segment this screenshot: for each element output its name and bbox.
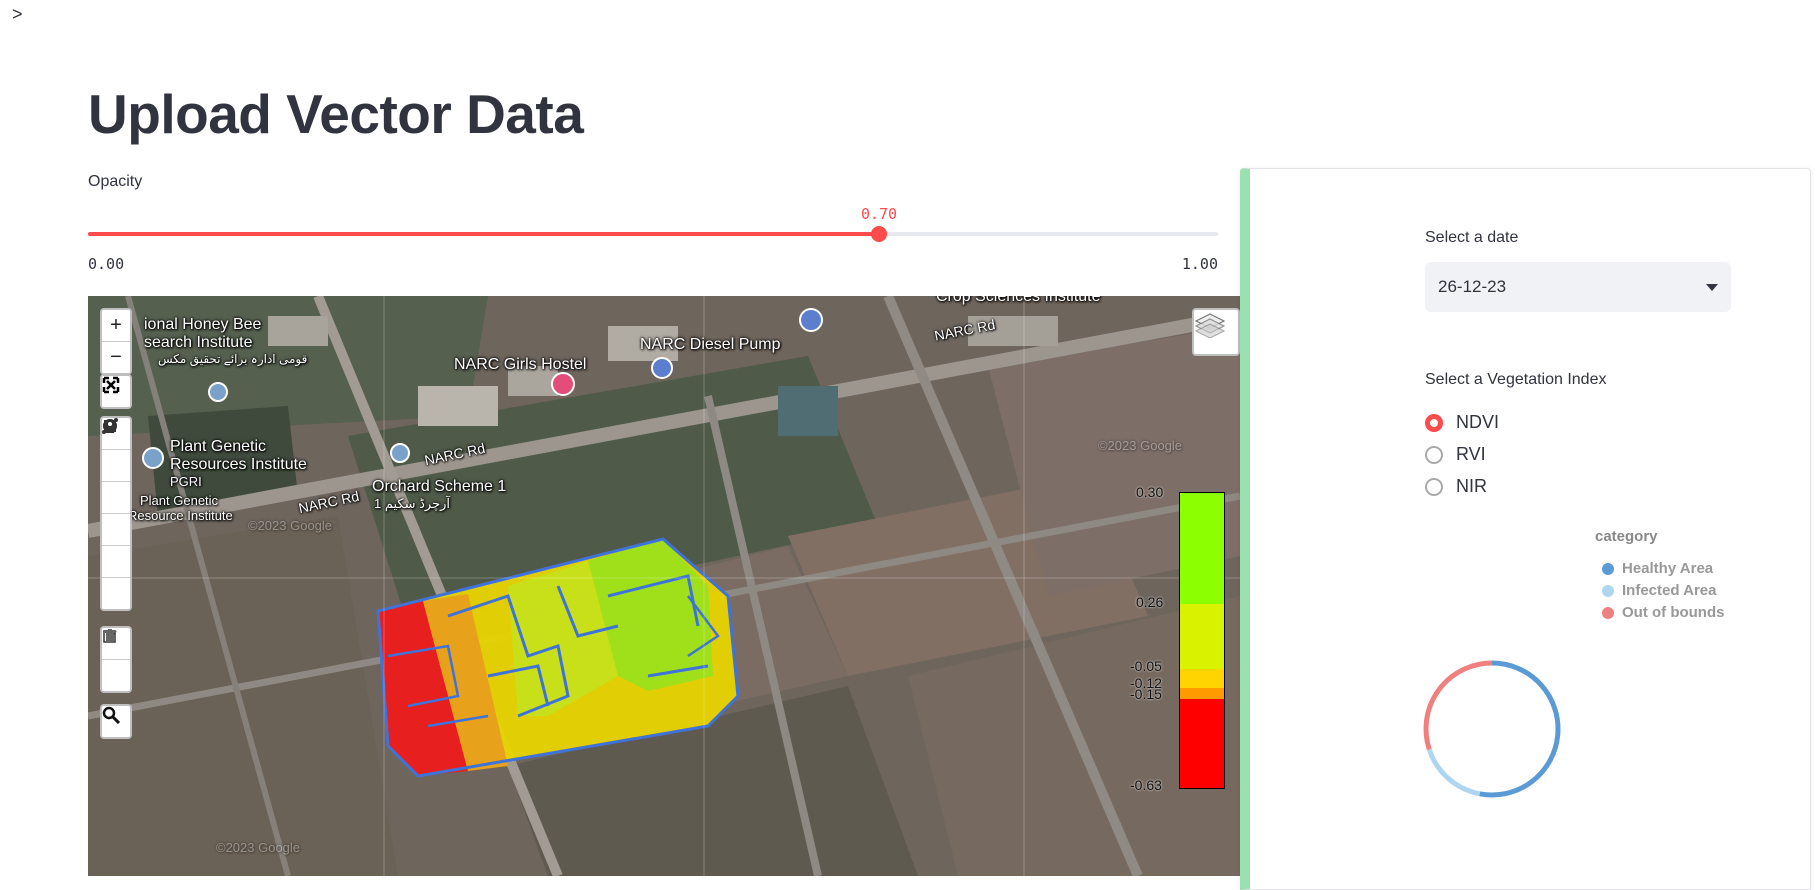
map-label-crop-sciences: Crop Sciences Institute — [936, 296, 1101, 305]
slider-min-label: 0.00 — [88, 255, 125, 273]
legend-title: category — [1595, 528, 1658, 545]
slider-thumb[interactable] — [871, 226, 887, 242]
opacity-label: Opacity — [88, 173, 143, 190]
draw-rectangle-button[interactable] — [102, 420, 130, 514]
draw-circle-button[interactable] — [102, 419, 130, 546]
map-label-plant-genetic-2: Resources Institute — [170, 456, 307, 473]
layers-control-button[interactable] — [1192, 308, 1240, 356]
chevron-down-icon — [1706, 283, 1718, 291]
category-donut-chart — [1423, 660, 1561, 798]
donut-segment-infected-area[interactable] — [1426, 748, 1481, 797]
slider-value: 0.70 — [860, 205, 898, 223]
edit-toolbar — [100, 626, 132, 693]
legend-item-infected[interactable]: Infected Area — [1602, 582, 1716, 599]
radio-button[interactable] — [1425, 413, 1443, 432]
delete-layers-button[interactable] — [102, 629, 130, 691]
map-label-pgri: PGRI — [170, 474, 202, 489]
legend-dot — [1602, 584, 1614, 597]
search-control — [100, 704, 132, 739]
colorbar-segment — [1180, 493, 1224, 604]
opacity-slider[interactable]: 0.70 0.00 1.00 — [88, 205, 1218, 273]
trash-icon — [104, 629, 116, 643]
radio-label: NDVI — [1456, 412, 1500, 432]
date-select-value: 26-12-23 — [1438, 277, 1507, 296]
map-label-girls-hostel: NARC Girls Hostel — [454, 356, 587, 373]
slider-fill — [88, 232, 879, 236]
map-label-honey-bee: ional Honey Bee — [144, 316, 262, 333]
map-label-honey-bee-urdu: قومی ادارہ برائے تحقیق مکس — [158, 352, 308, 366]
map-label-honey-bee-2: search Institute — [144, 334, 253, 351]
legend-label: Out of bounds — [1622, 604, 1725, 621]
zoom-out-button[interactable]: − — [102, 342, 130, 373]
radio-option-nir[interactable]: NIR — [1425, 476, 1487, 497]
draw-circlemarker-button[interactable] — [102, 419, 130, 609]
radio-label: NIR — [1456, 476, 1487, 496]
fullscreen-button[interactable] — [102, 376, 130, 407]
map-watermark: ©2023 Google — [248, 518, 333, 533]
colorbar-tick: -0.05 — [1130, 658, 1162, 674]
side-panel: Select a date 26-12-23 Select a Vegetati… — [1240, 168, 1811, 890]
page-title: Upload Vector Data — [88, 83, 584, 145]
radio-button[interactable] — [1425, 477, 1443, 496]
legend-dot — [1602, 562, 1614, 575]
donut-segment-out-of-bounds[interactable] — [1423, 660, 1493, 751]
radio-label: RVI — [1456, 444, 1486, 464]
fullscreen-icon — [102, 376, 120, 394]
search-icon — [102, 706, 120, 724]
colorbar-segment — [1180, 699, 1224, 788]
map-search-button[interactable] — [102, 706, 130, 737]
satellite-basemap — [88, 296, 1240, 876]
map-label-orchard-urdu: آرچرڈ سکیم 1 — [374, 496, 450, 511]
draw-polygon-button[interactable] — [102, 419, 130, 482]
fullscreen-control — [100, 374, 132, 409]
slider-max-label: 1.00 — [1181, 255, 1218, 273]
legend-label: Infected Area — [1622, 582, 1717, 599]
draw-toolbar — [100, 416, 132, 611]
colorbar-tick: 0.30 — [1136, 484, 1164, 500]
zoom-control: + − — [100, 308, 132, 375]
circlemarker-icon — [103, 419, 117, 433]
map-watermark: ©2023 Google — [216, 840, 301, 855]
map-label-diesel-pump: NARC Diesel Pump — [640, 336, 781, 353]
donut-segment-healthy-area[interactable] — [1479, 660, 1561, 798]
zoom-in-button[interactable]: + — [102, 310, 130, 342]
map-label-plant-genetic: Plant Genetic — [170, 438, 267, 455]
date-select-label: Select a date — [1425, 229, 1519, 246]
map-label-plant-genetic-small-2: Resource Institute — [128, 508, 233, 523]
colorbar-tick: -0.63 — [1130, 777, 1162, 793]
vegetation-index-label: Select a Vegetation Index — [1425, 371, 1607, 388]
colorbar-segment — [1180, 604, 1224, 669]
legend-item-healthy[interactable]: Healthy Area — [1602, 560, 1713, 577]
date-select[interactable]: 26-12-23 — [1425, 262, 1731, 312]
colorbar-segment — [1180, 688, 1224, 699]
colorbar-tick: -0.15 — [1130, 686, 1162, 702]
radio-option-ndvi[interactable]: NDVI — [1425, 412, 1499, 433]
map-label-plant-genetic-small: Plant Genetic — [140, 493, 219, 508]
radio-option-rvi[interactable]: RVI — [1425, 444, 1486, 465]
colorbar-segment — [1180, 669, 1224, 688]
ndvi-colorbar — [1179, 492, 1225, 789]
radio-button[interactable] — [1425, 445, 1443, 464]
map-label-orchard: Orchard Scheme 1 — [372, 478, 507, 495]
sidebar-expand-chevron-icon[interactable]: > — [12, 4, 23, 25]
legend-dot — [1602, 606, 1614, 619]
map-watermark: ©2023 Google — [1098, 438, 1183, 453]
legend-label: Healthy Area — [1622, 560, 1714, 577]
layers-icon — [1194, 313, 1226, 338]
map-view[interactable]: ional Honey Bee search Institute قومی اد… — [88, 296, 1240, 876]
legend-item-out-of-bounds[interactable]: Out of bounds — [1602, 604, 1724, 621]
colorbar-tick: 0.26 — [1136, 594, 1164, 610]
draw-marker-button[interactable] — [102, 419, 130, 578]
